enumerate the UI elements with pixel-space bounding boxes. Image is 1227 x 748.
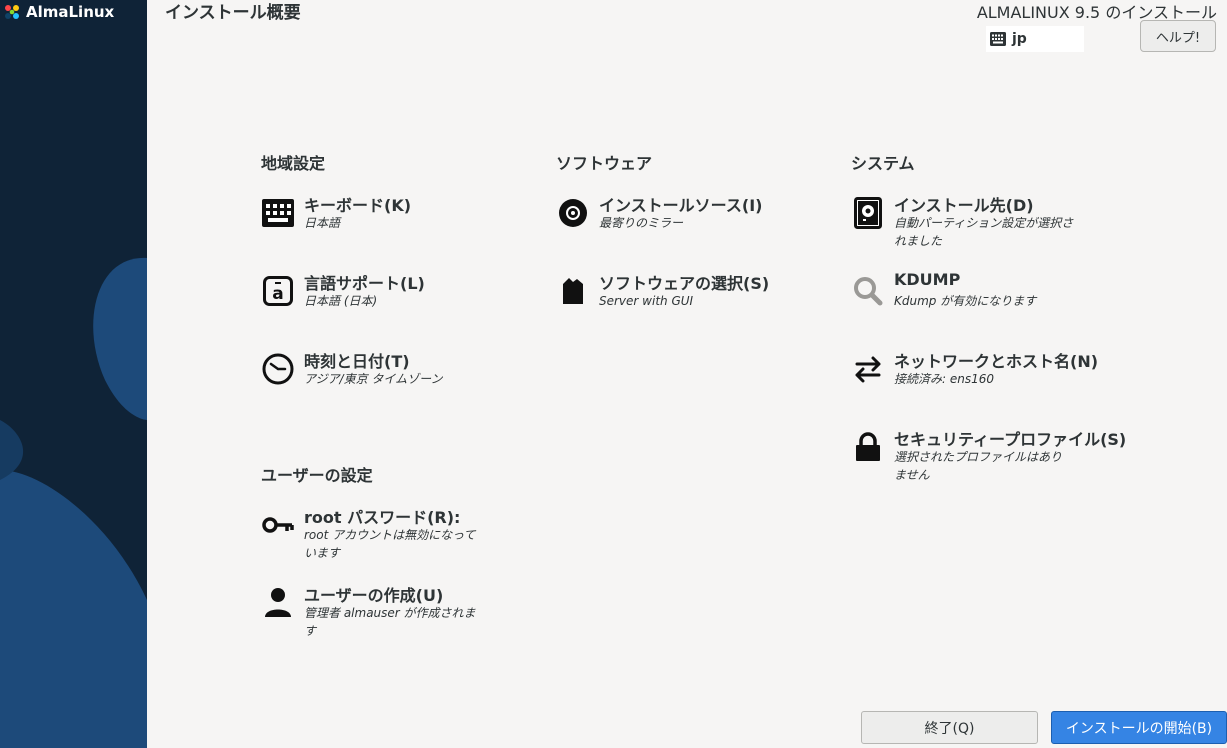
section-software: ソフトウェア	[556, 154, 653, 173]
spoke-network-status: 接続済み: ens160	[894, 372, 995, 386]
network-arrows-icon	[851, 352, 885, 386]
key-icon	[261, 508, 295, 542]
lock-icon	[851, 430, 885, 464]
spoke-datetime-status: アジア/東京 タイムゾーン	[304, 372, 443, 386]
spoke-install-destination-title: インストール先(D)	[894, 196, 1034, 215]
main-area: インストール概要 ALMALINUX 9.5 のインストール jp ヘルプ! 地…	[147, 0, 1227, 748]
hard-disk-icon	[851, 196, 885, 230]
language-icon: a	[261, 274, 295, 308]
clock-icon	[261, 352, 295, 386]
help-button[interactable]: ヘルプ!	[1140, 20, 1216, 52]
spoke-root-password-title: root パスワード(R):	[304, 508, 461, 527]
keyboard-icon	[990, 32, 1006, 46]
spoke-keyboard-status: 日本語	[304, 216, 341, 230]
svg-text:a: a	[272, 284, 283, 304]
spoke-language-status: 日本語 (日本)	[304, 294, 378, 308]
section-localization: 地域設定	[261, 154, 326, 173]
spoke-kdump-title: KDUMP	[894, 270, 961, 289]
spoke-software-selection-title: ソフトウェアの選択(S)	[599, 274, 770, 293]
spoke-keyboard-title: キーボード(K)	[304, 196, 412, 215]
spoke-user-creation-status: 管理者 almauser が作成されます	[304, 606, 476, 638]
brand-logo: AlmaLinux	[2, 2, 114, 22]
spoke-root-password-status: root アカウントは無効になっています	[304, 528, 476, 560]
spoke-language-title: 言語サポート(L)	[304, 274, 425, 293]
user-icon	[261, 586, 295, 620]
spoke-software-selection-status: Server with GUI	[599, 294, 694, 308]
section-system: システム	[851, 154, 915, 173]
spoke-install-destination-status: 自動パーティション設定が選択されました	[894, 216, 1074, 248]
keyboard-layout-label: jp	[1012, 31, 1027, 47]
begin-installation-button[interactable]: インストールの開始(B)	[1051, 711, 1227, 744]
brand-name: AlmaLinux	[26, 3, 115, 21]
spoke-install-source-status: 最寄りのミラー	[599, 216, 684, 230]
spoke-security-status: 選択されたプロファイルはありません	[894, 450, 1063, 482]
spoke-datetime-title: 時刻と日付(T)	[304, 352, 410, 371]
spoke-kdump-status: Kdump が有効になります	[894, 294, 1037, 308]
sidebar-decoration	[0, 257, 147, 748]
sidebar: AlmaLinux	[0, 0, 147, 748]
quit-button[interactable]: 終了(Q)	[861, 711, 1038, 744]
keyboard-layout-indicator[interactable]: jp	[986, 26, 1084, 52]
spoke-security-title: セキュリティープロファイル(S)	[894, 430, 1127, 449]
section-user-settings: ユーザーの設定	[261, 466, 373, 485]
page-title: インストール概要	[165, 3, 301, 23]
keyboard-icon	[261, 196, 295, 230]
spoke-install-source-title: インストールソース(I)	[599, 196, 763, 215]
magnifier-icon	[851, 274, 885, 308]
almalinux-logo-icon	[5, 5, 19, 19]
package-icon	[556, 274, 590, 308]
spoke-network-title: ネットワークとホスト名(N)	[894, 352, 1099, 371]
spoke-user-creation-title: ユーザーの作成(U)	[304, 586, 444, 605]
disc-icon	[556, 196, 590, 230]
